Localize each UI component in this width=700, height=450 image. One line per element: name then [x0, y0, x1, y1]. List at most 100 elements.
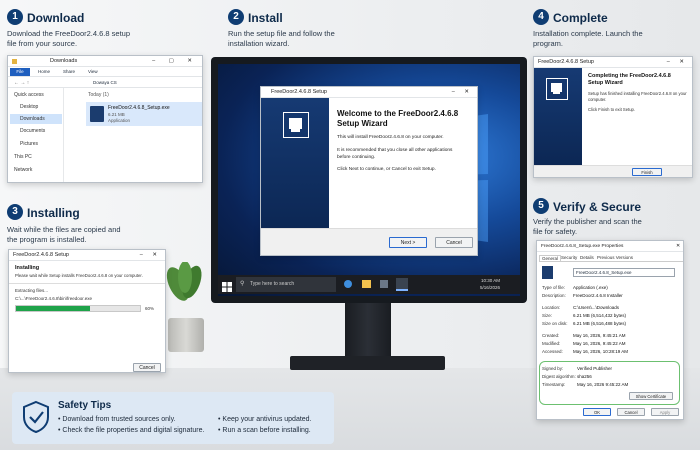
tab-details[interactable]: Details	[580, 255, 594, 260]
sidebar-item-quick-access[interactable]: Quick access	[14, 92, 44, 98]
edge-icon[interactable]	[344, 280, 352, 288]
store-icon[interactable]	[380, 280, 388, 288]
sidebar-item-this-pc[interactable]: This PC	[14, 154, 32, 160]
safety-tips-title: Safety Tips	[58, 400, 112, 411]
step-4-desc: Installation complete. Launch the progra…	[533, 29, 643, 48]
property-value: FreeDoor2.4.6.8 Installer	[573, 293, 623, 298]
monitor-base	[290, 356, 445, 370]
step-2-title: Install	[248, 11, 283, 25]
step-2-desc: Run the setup file and follow the instal…	[228, 29, 335, 48]
properties-file-icon	[542, 266, 553, 279]
file-row-setup[interactable]: FreeDoor2.4.6.8_Setup.exe 6.21 MB Applic…	[86, 102, 202, 126]
tab-previous-versions[interactable]: Previous Versions	[597, 255, 633, 260]
installer-icon	[90, 106, 104, 122]
installing-heading: Installing	[15, 265, 40, 271]
installing-title: FreeDoor2.4.6.8 Setup	[13, 252, 69, 258]
sidebar-item-desktop[interactable]: Desktop	[20, 104, 38, 110]
explorer-sidebar: Quick access Desktop Downloads Documents…	[8, 88, 64, 182]
setup-wizard-window: FreeDoor2.4.6.8 Setup – ✕ Welcome to the…	[260, 86, 478, 256]
properties-ok-button[interactable]: OK	[583, 408, 611, 416]
extracting-path: C:\...\FreeDoor2.4.6.8\bin\freedoor.exe	[15, 296, 93, 301]
properties-window: FreeDoor2.4.6.8_Setup.exe Properties ✕ G…	[536, 240, 684, 420]
complete-logo-icon	[546, 78, 568, 100]
complete-para1: Setup has finished installing FreeDoor2.…	[588, 91, 687, 102]
wizard-side-banner	[261, 98, 329, 228]
wizard-titlebar: FreeDoor2.4.6.8 Setup – ✕	[261, 87, 477, 98]
finish-button[interactable]: Finish	[632, 168, 662, 176]
explorer-taskbar-icon[interactable]	[362, 280, 371, 288]
signature-label: Timestamp:	[542, 382, 566, 387]
shield-check-icon	[22, 400, 50, 434]
complete-heading-line2: Setup Wizard	[588, 80, 623, 86]
address-bar[interactable]: ← → ↑ Dowaya CS	[8, 78, 202, 88]
property-value: Application (.exe)	[573, 285, 608, 290]
property-label: Accessed:	[542, 349, 563, 354]
ribbon-tab-view[interactable]: View	[88, 68, 98, 76]
address-path: Dowaya CS	[93, 80, 117, 85]
next-button[interactable]: Next >	[389, 237, 427, 248]
ribbon-tab-home[interactable]: Home	[38, 68, 50, 76]
properties-apply-button[interactable]: Apply	[651, 408, 679, 416]
plant-pot	[168, 318, 204, 352]
ribbon-tab-file[interactable]: File	[10, 68, 30, 76]
sidebar-item-network[interactable]: Network	[14, 167, 32, 173]
sidebar-item-documents[interactable]: Documents	[20, 128, 45, 134]
installing-cancel-button[interactable]: Cancel	[133, 363, 161, 372]
wizard-para1: This will install FreeDoor2.4.6.8 on you…	[337, 135, 444, 140]
property-label: Description:	[542, 293, 566, 298]
extracting-label: Extracting files...	[15, 288, 49, 293]
step-4-number: 4	[533, 9, 549, 25]
complete-controls-icon[interactable]: – ✕	[667, 57, 688, 68]
progress-label: 60%	[145, 306, 155, 311]
wizard-controls-icon[interactable]: – ✕	[452, 87, 473, 98]
tip-1: Download from trusted sources only.	[62, 416, 176, 423]
taskbar: Type here to search ⚲ 10:30 AM 5/16/2026	[218, 275, 520, 294]
step-3-title: Installing	[27, 206, 80, 220]
properties-title: FreeDoor2.4.6.8_Setup.exe Properties	[541, 244, 624, 249]
step-4-title: Complete	[553, 11, 608, 25]
installing-controls-icon[interactable]: – ✕	[140, 250, 161, 261]
property-label: Size on disk:	[542, 321, 568, 326]
file-type: Application	[108, 118, 131, 123]
complete-window: FreeDoor2.4.6.8 Setup – ✕ Completing the…	[533, 56, 693, 178]
start-icon[interactable]	[222, 279, 232, 292]
progress-fill	[16, 306, 91, 311]
complete-titlebar: FreeDoor2.4.6.8 Setup – ✕	[534, 57, 692, 68]
properties-filename-field[interactable]: FreeDoor2.4.6.8_Setup.exe	[573, 268, 675, 277]
complete-heading-line1: Completing the FreeDoor2.4.6.8	[588, 73, 671, 79]
sidebar-item-pictures[interactable]: Pictures	[20, 141, 38, 147]
sidebar-item-downloads[interactable]: Downloads	[10, 114, 62, 124]
wizard-heading-line1: Welcome to the FreeDoor2.4.6.8	[337, 109, 459, 118]
properties-cancel-button[interactable]: Cancel	[617, 408, 645, 416]
installer-logo-icon	[283, 112, 309, 138]
folder-icon	[12, 59, 17, 64]
tab-security[interactable]: Security	[561, 255, 577, 260]
explorer-ribbon: File Home Share View	[8, 67, 202, 77]
signature-value: sha256	[577, 374, 592, 379]
complete-title: FreeDoor2.4.6.8 Setup	[538, 59, 594, 65]
nav-arrows-icon[interactable]: ← → ↑	[14, 80, 29, 86]
ribbon-tab-share[interactable]: Share	[63, 68, 75, 76]
tip-item: • Run a scan before installing.	[218, 427, 311, 434]
wizard-heading-line2: Setup Wizard	[337, 119, 388, 128]
file-explorer-window: Downloads – ▢ ✕ File Home Share View ← →…	[7, 55, 203, 183]
setup-taskbar-icon[interactable]	[396, 278, 408, 291]
taskbar-search[interactable]: Type here to search	[236, 277, 336, 292]
step-5-title: Verify & Secure	[553, 200, 642, 214]
wizard-title: FreeDoor2.4.6.8 Setup	[271, 89, 327, 95]
wizard-para3: Click Next to continue, or Cancel to exi…	[337, 167, 436, 172]
window-controls-icon[interactable]: – ▢ ✕	[152, 56, 198, 67]
show-certificate-button[interactable]: Show Certificate	[629, 392, 673, 400]
cancel-button[interactable]: Cancel	[435, 237, 473, 248]
step-1-desc: Download the FreeDoor2.4.6.8 setup file …	[7, 29, 130, 48]
install-progress-bar	[15, 305, 141, 312]
property-label: Created:	[542, 333, 560, 338]
tab-general[interactable]: General	[539, 255, 562, 261]
properties-close-icon[interactable]: ✕	[676, 241, 680, 252]
property-value: 6.21 MB (6,514,432 bytes)	[573, 313, 627, 318]
signature-label: Signed by:	[542, 366, 564, 371]
property-label: Modified:	[542, 341, 561, 346]
step-5-number: 5	[533, 198, 549, 214]
step-3-number: 3	[7, 204, 23, 220]
monitor-stand	[345, 303, 391, 358]
